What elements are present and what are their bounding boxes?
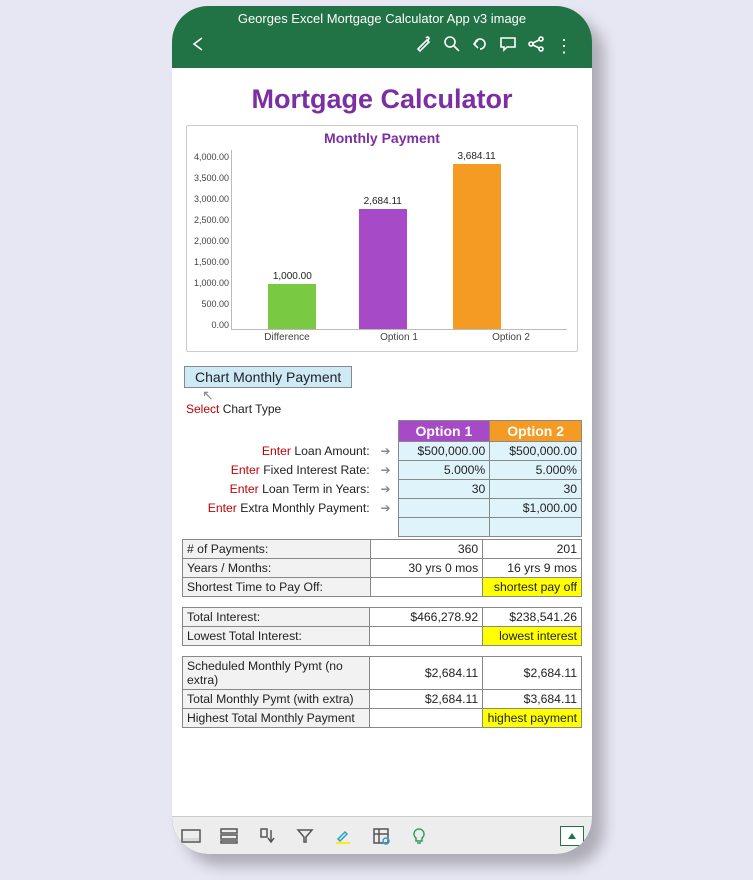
option2-value: lowest interest bbox=[483, 627, 582, 646]
search-icon[interactable] bbox=[438, 35, 466, 58]
select-chart-type-label: Select Chart Type bbox=[186, 402, 582, 416]
row-label: Years / Months: bbox=[183, 559, 371, 578]
comment-icon[interactable] bbox=[494, 35, 522, 58]
option2-value: highest payment bbox=[483, 709, 582, 728]
spreadsheet-content: Mortgage Calculator Monthly Payment 4,00… bbox=[172, 68, 592, 816]
undo-icon[interactable] bbox=[466, 35, 494, 58]
input-label: Enter Fixed Interest Rate: bbox=[182, 461, 374, 480]
option1-input[interactable]: $500,000.00 bbox=[398, 442, 490, 461]
option1-value bbox=[370, 709, 483, 728]
draw-icon[interactable] bbox=[410, 35, 438, 58]
sheet-tab-icon[interactable] bbox=[180, 825, 202, 847]
option2-input[interactable]: $1,000.00 bbox=[490, 499, 582, 518]
option1-value: 360 bbox=[370, 540, 483, 559]
bottom-toolbar bbox=[172, 816, 592, 854]
chart-x-axis: DifferenceOption 1Option 2 bbox=[231, 332, 567, 343]
option1-value bbox=[370, 627, 483, 646]
input-label: Enter Loan Term in Years: bbox=[182, 480, 374, 499]
input-label: Enter Loan Amount: bbox=[182, 442, 374, 461]
option2-value: $2,684.11 bbox=[483, 657, 582, 690]
option1-input[interactable] bbox=[398, 499, 490, 518]
chart-type-selector[interactable]: Chart Monthly Payment bbox=[184, 366, 352, 388]
pivot-icon[interactable] bbox=[370, 825, 392, 847]
option2-input[interactable]: 5.000% bbox=[490, 461, 582, 480]
top-toolbar: ⋮ bbox=[172, 30, 592, 68]
row-label: Scheduled Monthly Pymt (no extra) bbox=[183, 657, 370, 690]
chart-bars-area: 1,000.002,684.113,684.11 bbox=[231, 150, 567, 330]
expand-button[interactable] bbox=[560, 826, 584, 846]
page-title: Mortgage Calculator bbox=[182, 84, 582, 115]
option1-header: Option 1 bbox=[398, 421, 490, 442]
interest-summary-table: Total Interest:$466,278.92$238,541.26 Low… bbox=[182, 607, 582, 646]
option1-value: $2,684.11 bbox=[370, 657, 483, 690]
row-label: Highest Total Monthly Payment bbox=[183, 709, 370, 728]
option2-input[interactable]: 30 bbox=[490, 480, 582, 499]
row-label: Lowest Total Interest: bbox=[183, 627, 370, 646]
ideas-icon[interactable] bbox=[408, 825, 430, 847]
window-title: Georges Excel Mortgage Calculator App v3… bbox=[172, 6, 592, 30]
chart-bar bbox=[453, 164, 501, 329]
option1-value: 30 yrs 0 mos bbox=[370, 559, 483, 578]
sort-icon[interactable] bbox=[256, 825, 278, 847]
app-window: Georges Excel Mortgage Calculator App v3… bbox=[172, 6, 592, 854]
arrow-right-icon: ➔ bbox=[374, 499, 398, 518]
overflow-icon[interactable]: ⋮ bbox=[550, 36, 578, 57]
input-label: Enter Extra Monthly Payment: bbox=[182, 499, 374, 518]
back-icon[interactable] bbox=[186, 36, 214, 57]
monthly-pymt-summary-table: Scheduled Monthly Pymt (no extra)$2,684.… bbox=[182, 656, 582, 728]
option1-input[interactable]: 30 bbox=[398, 480, 490, 499]
inputs-table: Option 1 Option 2 Enter Loan Amount:➔$50… bbox=[182, 420, 582, 537]
option2-value: shortest pay off bbox=[483, 578, 582, 597]
option2-value: 16 yrs 9 mos bbox=[483, 559, 582, 578]
row-label: Total Interest: bbox=[183, 608, 370, 627]
option1-input[interactable]: 5.000% bbox=[398, 461, 490, 480]
arrow-up-icon: ↖ bbox=[202, 390, 582, 400]
option1-value bbox=[370, 578, 483, 597]
highlight-icon[interactable] bbox=[332, 825, 354, 847]
chart-bar bbox=[359, 209, 407, 329]
row-label: Total Monthly Pymt (with extra) bbox=[183, 690, 370, 709]
filter-icon[interactable] bbox=[294, 825, 316, 847]
chart-title: Monthly Payment bbox=[187, 130, 577, 146]
option2-header: Option 2 bbox=[490, 421, 582, 442]
option2-input[interactable]: $500,000.00 bbox=[490, 442, 582, 461]
arrow-right-icon: ➔ bbox=[374, 442, 398, 461]
chart-bar bbox=[268, 284, 316, 329]
option1-value: $2,684.11 bbox=[370, 690, 483, 709]
chart-y-axis: 4,000.003,500.003,000.002,500.002,000.00… bbox=[187, 150, 231, 330]
row-label: # of Payments: bbox=[183, 540, 371, 559]
option1-value: $466,278.92 bbox=[370, 608, 483, 627]
row-label: Shortest Time to Pay Off: bbox=[183, 578, 371, 597]
monthly-payment-chart: Monthly Payment 4,000.003,500.003,000.00… bbox=[186, 125, 578, 352]
arrow-right-icon: ➔ bbox=[374, 480, 398, 499]
option2-value: $3,684.11 bbox=[483, 690, 582, 709]
share-icon[interactable] bbox=[522, 35, 550, 58]
option2-value: $238,541.26 bbox=[483, 608, 582, 627]
payments-summary-table: # of Payments:360201 Years / Months:30 yr… bbox=[182, 539, 582, 597]
card-view-icon[interactable] bbox=[218, 825, 240, 847]
option2-value: 201 bbox=[483, 540, 582, 559]
arrow-right-icon: ➔ bbox=[374, 461, 398, 480]
